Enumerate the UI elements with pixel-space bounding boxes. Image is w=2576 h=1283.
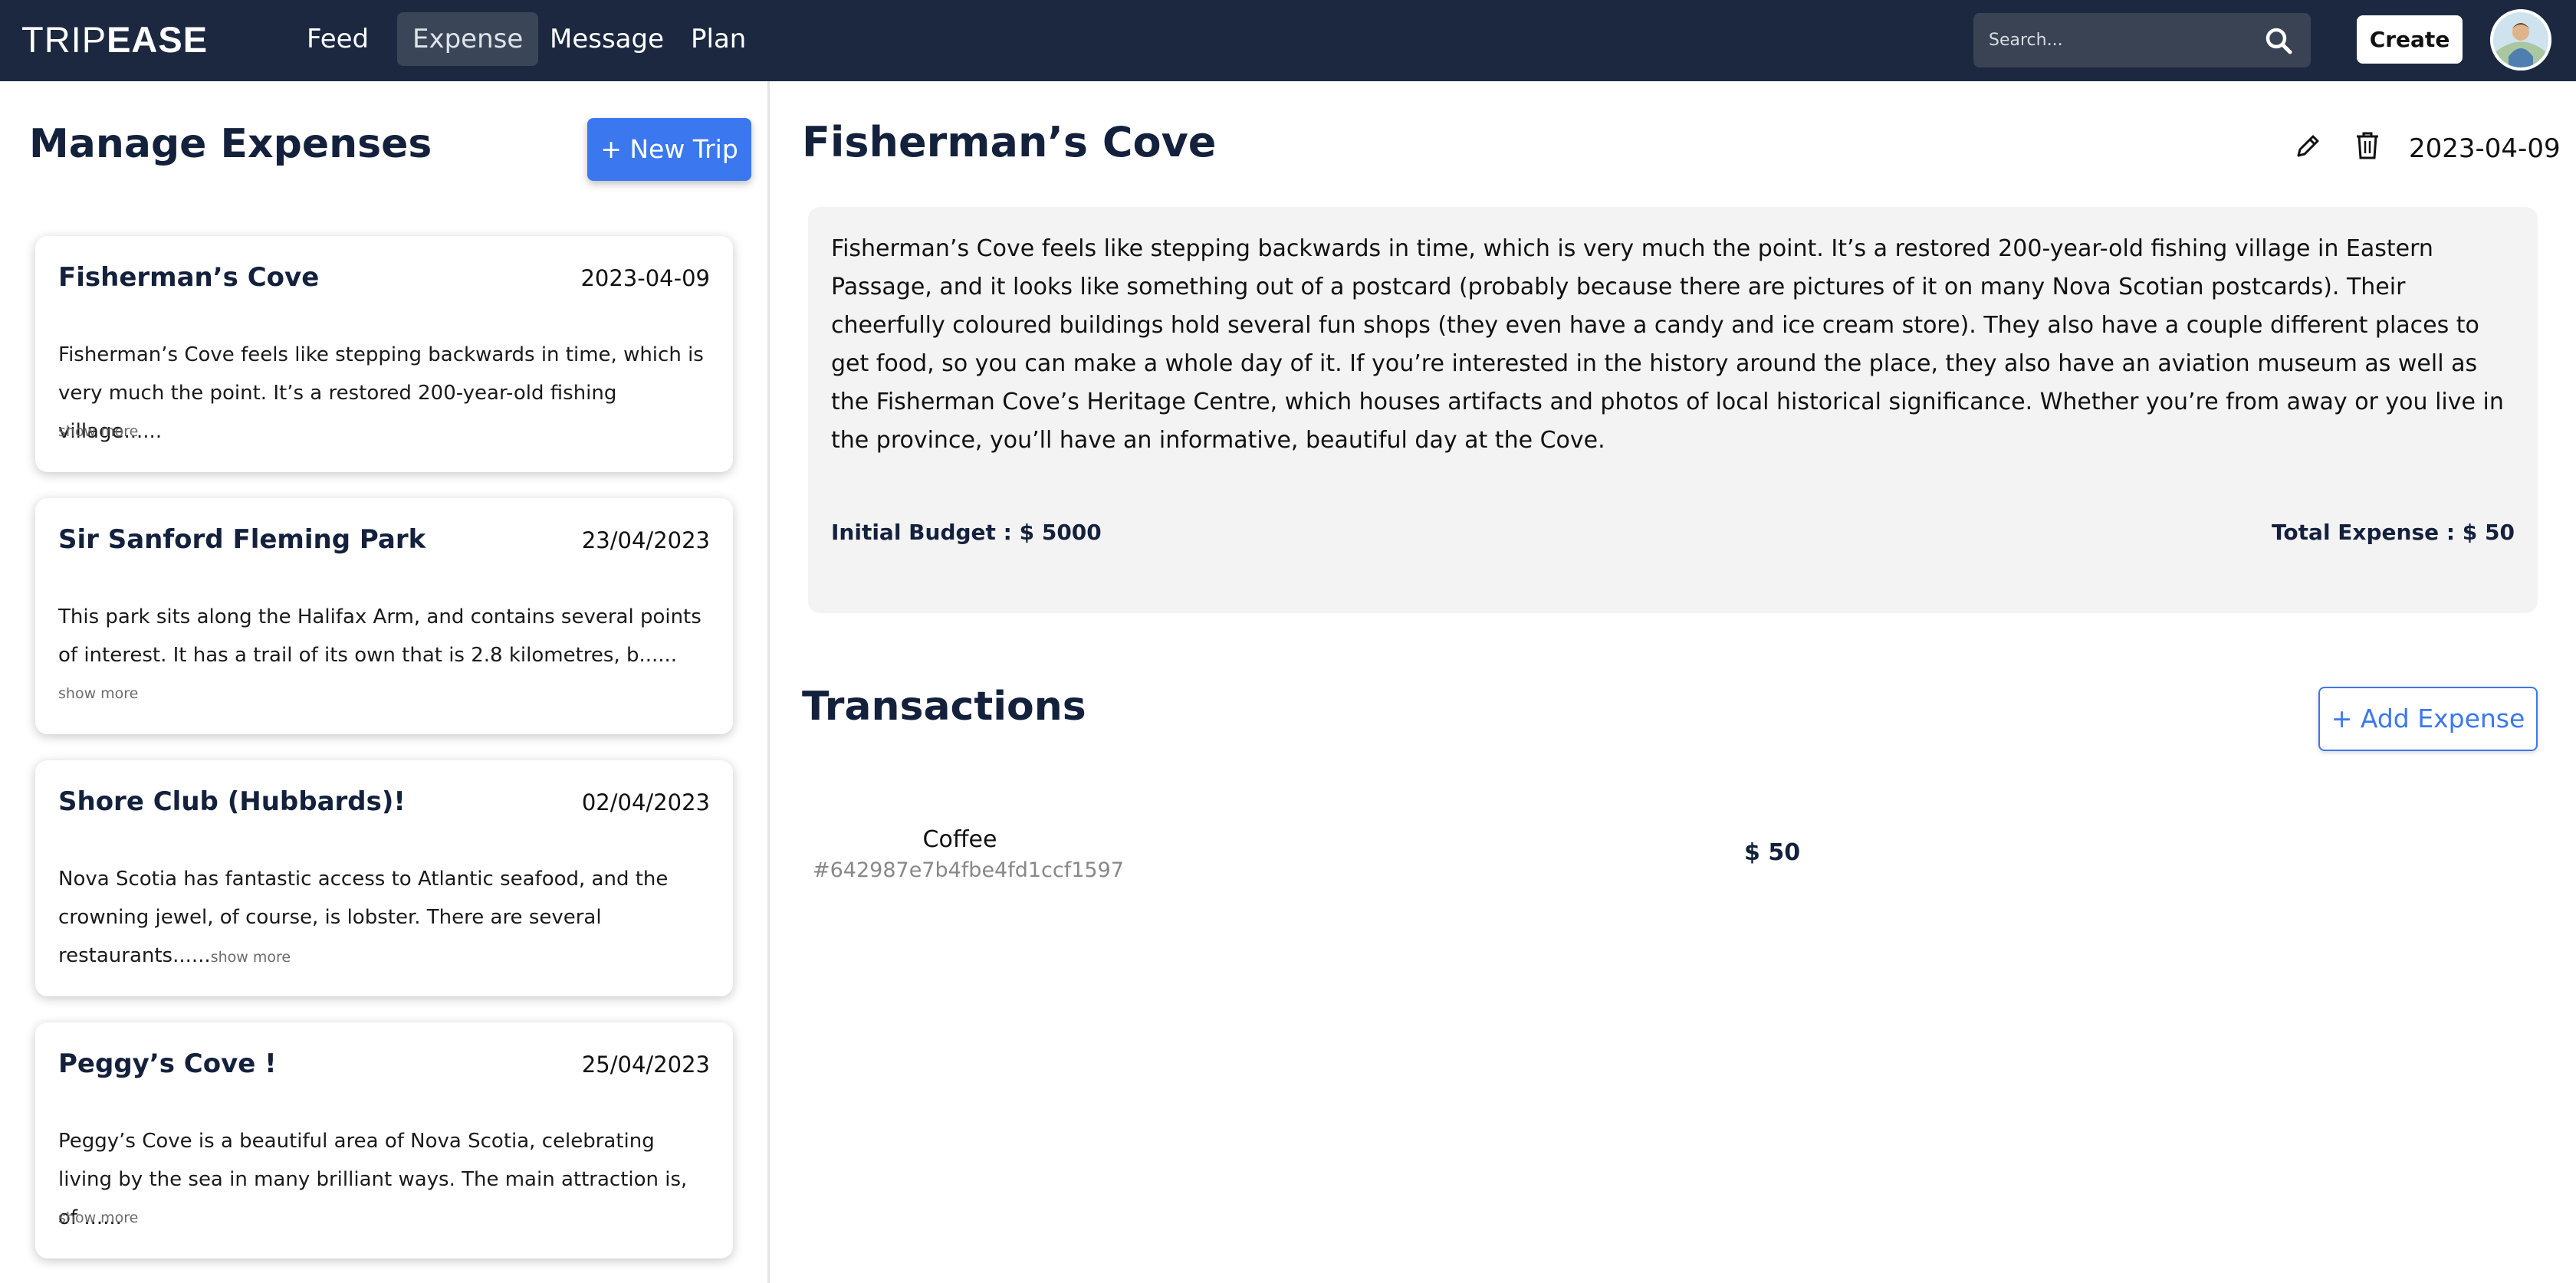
avatar-image xyxy=(2490,9,2551,71)
app-logo[interactable]: TRIPEASE xyxy=(21,18,208,61)
transaction-amount: $ 50 xyxy=(1744,839,1801,866)
transactions-title: Transactions xyxy=(802,684,1086,730)
trip-description: This park sits along the Halifax Arm, an… xyxy=(58,605,702,667)
transaction-name: Coffee xyxy=(922,826,997,853)
trip-name: Fisherman’s Cove xyxy=(58,262,320,293)
trip-description: Fisherman’s Cove feels like stepping bac… xyxy=(58,343,704,443)
search-icon[interactable] xyxy=(2263,25,2294,56)
trip-detail-card: Fisherman’s Cove feels like stepping bac… xyxy=(808,207,2538,613)
trip-detail-title: Fisherman’s Cove xyxy=(802,118,1217,166)
trip-date: 25/04/2023 xyxy=(581,1052,710,1078)
search-input[interactable] xyxy=(1989,13,2257,67)
transaction-id: #642987e7b4fbe4fd1ccf1597 xyxy=(813,858,1124,882)
show-more-link[interactable]: show more xyxy=(58,685,138,702)
create-button[interactable]: Create xyxy=(2357,15,2463,64)
logo-text-light: TRIP xyxy=(21,19,107,60)
nav-feed[interactable]: Feed xyxy=(291,12,384,66)
trip-card[interactable]: Fisherman’s Cove 2023-04-09 Fisherman’s … xyxy=(35,236,733,472)
logo-text-bold: EASE xyxy=(107,19,209,60)
transaction-row[interactable]: Coffee #642987e7b4fbe4fd1ccf1597 $ 50 xyxy=(813,822,1809,891)
trip-detail-description: Fisherman’s Cove feels like stepping bac… xyxy=(831,235,2504,454)
trip-date: 2023-04-09 xyxy=(580,265,710,291)
new-trip-button[interactable]: + New Trip xyxy=(587,118,751,181)
avatar[interactable] xyxy=(2490,9,2551,71)
initial-budget: Initial Budget : $ 5000 xyxy=(831,520,1102,545)
trip-card[interactable]: Peggy’s Cove ! 25/04/2023 Peggy’s Cove i… xyxy=(35,1022,733,1258)
page-title: Manage Expenses xyxy=(29,121,432,167)
show-more-link[interactable]: show more xyxy=(58,1209,138,1226)
show-more-link[interactable]: show more xyxy=(211,949,291,966)
trip-detail-date: 2023-04-09 xyxy=(2409,133,2561,164)
top-navbar: TRIPEASE Feed Expense Message Plan Creat… xyxy=(0,0,2576,81)
trip-card[interactable]: Sir Sanford Fleming Park 23/04/2023 This… xyxy=(35,498,733,734)
trash-icon[interactable] xyxy=(2354,130,2381,161)
trip-description: Nova Scotia has fantastic access to Atla… xyxy=(58,860,710,976)
add-expense-button[interactable]: + Add Expense xyxy=(2318,687,2538,751)
trip-card[interactable]: Shore Club (Hubbards)! 02/04/2023 Nova S… xyxy=(35,760,733,996)
trip-date: 02/04/2023 xyxy=(581,789,710,815)
total-expense: Total Expense : $ 50 xyxy=(2272,520,2515,545)
trip-date: 23/04/2023 xyxy=(581,527,710,553)
nav-message[interactable]: Message xyxy=(534,12,679,66)
trip-name: Peggy’s Cove ! xyxy=(58,1048,277,1079)
trip-name: Sir Sanford Fleming Park xyxy=(58,524,426,555)
trips-sidebar: Manage Expenses + New Trip Fisherman’s C… xyxy=(0,81,770,1283)
trip-name: Shore Club (Hubbards)! xyxy=(58,786,406,817)
search-box xyxy=(1973,13,2311,67)
trip-description: Peggy’s Cove is a beautiful area of Nova… xyxy=(58,1130,688,1229)
nav-expense[interactable]: Expense xyxy=(397,12,539,66)
trip-description-text: Nova Scotia has fantastic access to Atla… xyxy=(58,868,669,967)
show-more-link[interactable]: show more xyxy=(58,423,138,440)
pencil-icon[interactable] xyxy=(2292,131,2323,162)
nav-plan[interactable]: Plan xyxy=(675,12,761,66)
